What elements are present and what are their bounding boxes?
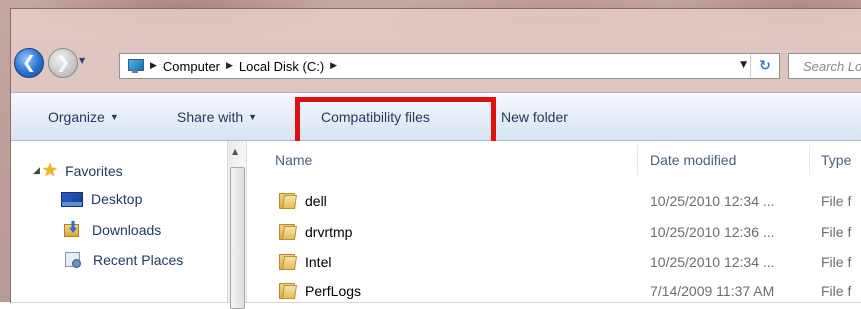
folder-icon [279, 193, 297, 209]
chevron-down-icon: ▼ [248, 112, 258, 122]
refresh-button[interactable]: ↻ [750, 54, 779, 78]
breadcrumb-separator-icon[interactable]: ▶ [330, 61, 337, 71]
compatibility-files-button[interactable]: Compatibility files [321, 109, 430, 125]
refresh-icon: ↻ [759, 58, 771, 74]
forward-button[interactable]: ❯ [48, 48, 78, 78]
folder-icon [279, 283, 297, 299]
breadcrumb-separator-icon[interactable]: ▶ [150, 61, 157, 71]
file-date-modified: 10/25/2010 12:34 ... [650, 254, 775, 270]
file-type: File f [821, 193, 852, 209]
scroll-up-arrow-icon[interactable]: ▲ [232, 147, 238, 156]
breadcrumb-separator-icon[interactable]: ▶ [226, 61, 233, 71]
column-header-type[interactable]: Type [821, 152, 851, 168]
breadcrumb-local-disk[interactable]: Local Disk (C:) [239, 59, 324, 74]
star-icon: ★ [41, 160, 59, 180]
sidebar-item-label: Desktop [91, 191, 143, 207]
computer-icon [126, 58, 144, 74]
command-bar: Organize ▼ Share with ▼ Compatibility file… [11, 92, 861, 141]
recent-pages-dropdown[interactable]: ▼ [79, 56, 85, 65]
file-name: drvrtmp [305, 224, 353, 240]
sidebar-item-desktop[interactable]: Desktop [61, 191, 142, 207]
recent-places-icon [64, 251, 82, 269]
folder-icon [279, 254, 297, 270]
column-header-date-modified[interactable]: Date modified [650, 152, 736, 168]
file-name: dell [305, 193, 327, 209]
collapse-triangle-icon[interactable]: ◢ [33, 165, 40, 176]
table-row[interactable]: PerfLogs 7/14/2009 11:37 AM File f [247, 280, 861, 306]
file-date-modified: 10/25/2010 12:36 ... [650, 224, 775, 240]
sidebar-item-favorites[interactable]: ◢ ★ Favorites [33, 160, 123, 181]
column-divider[interactable] [809, 145, 810, 175]
new-folder-button[interactable]: New folder [501, 109, 568, 125]
share-with-label: Share with [177, 109, 244, 125]
desktop-icon [61, 191, 83, 207]
address-bar[interactable]: ▶ Computer ▶ Local Disk (C:) ▶ ▼ ↻ [119, 53, 780, 79]
organize-menu[interactable]: Organize ▼ [48, 109, 119, 125]
sidebar-item-label: Downloads [92, 222, 162, 238]
table-row[interactable]: drvrtmp 10/25/2010 12:36 ... File f [247, 221, 861, 247]
sidebar-item-label: Recent Places [93, 252, 184, 268]
breadcrumb-computer[interactable]: Computer [163, 59, 220, 74]
navigation-pane-scrollbar[interactable]: ▲ [227, 141, 246, 309]
navigation-pane: ◢ ★ Favorites Desktop Downloads Recent P… [11, 141, 247, 302]
back-button[interactable]: ❮ [14, 48, 44, 78]
sidebar-item-recent-places[interactable]: Recent Places [64, 251, 183, 269]
file-name: Intel [305, 254, 332, 270]
table-row[interactable]: dell 10/25/2010 12:34 ... File f [247, 190, 861, 216]
downloads-folder-icon [64, 221, 82, 239]
chevron-down-icon: ▼ [109, 112, 119, 122]
file-date-modified: 7/14/2009 11:37 AM [650, 283, 775, 299]
sidebar-item-downloads[interactable]: Downloads [64, 221, 161, 239]
file-type: File f [821, 283, 852, 299]
column-header-name[interactable]: Name [275, 152, 312, 168]
sidebar-item-label: Favorites [65, 162, 123, 179]
folder-icon [279, 224, 297, 240]
scrollbar-thumb[interactable] [230, 167, 245, 309]
file-type: File f [821, 224, 852, 240]
address-history-dropdown[interactable]: ▼ [740, 60, 747, 70]
file-list: Name Date modified Type dell 10/25/2010 … [247, 141, 861, 302]
organize-label: Organize [48, 109, 105, 125]
table-row[interactable]: Intel 10/25/2010 12:34 ... File f [247, 251, 861, 277]
share-with-menu[interactable]: Share with ▼ [177, 109, 257, 125]
file-name: PerfLogs [305, 283, 362, 299]
back-arrow-icon: ❮ [21, 53, 37, 73]
file-date-modified: 10/25/2010 12:34 ... [650, 193, 775, 209]
forward-arrow-icon: ❯ [55, 53, 71, 73]
column-divider[interactable] [637, 145, 638, 175]
search-input[interactable]: Search Local Disk (C:) [788, 53, 861, 79]
file-type: File f [821, 254, 852, 270]
